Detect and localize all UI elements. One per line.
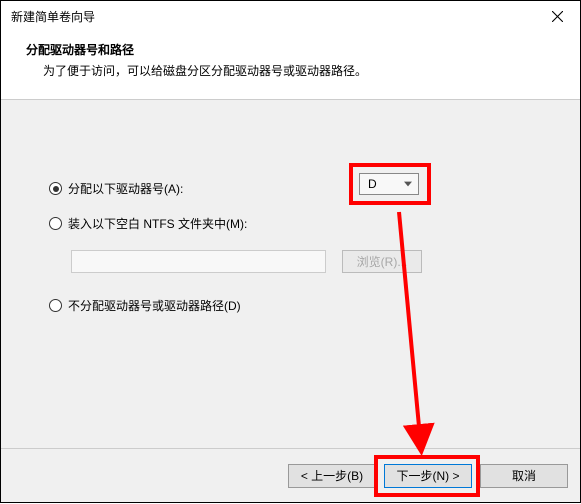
wizard-header: 分配驱动器号和路径 为了便于访问，可以给磁盘分区分配驱动器号或驱动器路径。 [1,31,580,100]
option-assign-label: 分配以下驱动器号(A): [68,180,183,197]
next-button[interactable]: 下一步(N) > [384,464,472,488]
browse-button-label: 浏览(R)... [357,253,408,270]
mount-path-row: 浏览(R)... [49,250,532,273]
browse-button: 浏览(R)... [342,250,422,273]
close-button[interactable] [535,1,580,31]
radio-assign[interactable] [49,182,62,195]
drive-letter-value: D [368,177,377,191]
cancel-button[interactable]: 取消 [480,464,568,488]
header-subtitle: 为了便于访问，可以给磁盘分区分配驱动器号或驱动器路径。 [26,62,555,79]
cancel-button-label: 取消 [512,467,536,484]
titlebar: 新建简单卷向导 [1,1,580,31]
back-button[interactable]: < 上一步(B) [288,464,376,488]
radio-none[interactable] [49,299,62,312]
mount-path-input [71,250,326,273]
option-none-row[interactable]: 不分配驱动器号或驱动器路径(D) [49,297,532,314]
chevron-down-icon [404,181,412,187]
window-title: 新建简单卷向导 [11,8,95,25]
radio-mount[interactable] [49,217,62,230]
option-assign-row[interactable]: 分配以下驱动器号(A): [49,180,532,197]
wizard-window: 新建简单卷向导 分配驱动器号和路径 为了便于访问，可以给磁盘分区分配驱动器号或驱… [0,0,581,503]
option-mount-row[interactable]: 装入以下空白 NTFS 文件夹中(M): [49,215,532,232]
next-button-label: 下一步(N) > [396,467,459,484]
option-mount-label: 装入以下空白 NTFS 文件夹中(M): [68,215,247,232]
wizard-footer: < 上一步(B) 下一步(N) > 取消 [1,448,580,502]
back-button-label: < 上一步(B) [301,467,363,484]
wizard-body: 分配以下驱动器号(A): D 装入以下空白 NTFS 文件夹中(M): 浏览(R… [1,100,580,448]
close-icon [552,11,563,22]
drive-letter-select[interactable]: D [359,173,419,195]
option-none-label: 不分配驱动器号或驱动器路径(D) [68,297,241,314]
header-title: 分配驱动器号和路径 [26,41,555,58]
